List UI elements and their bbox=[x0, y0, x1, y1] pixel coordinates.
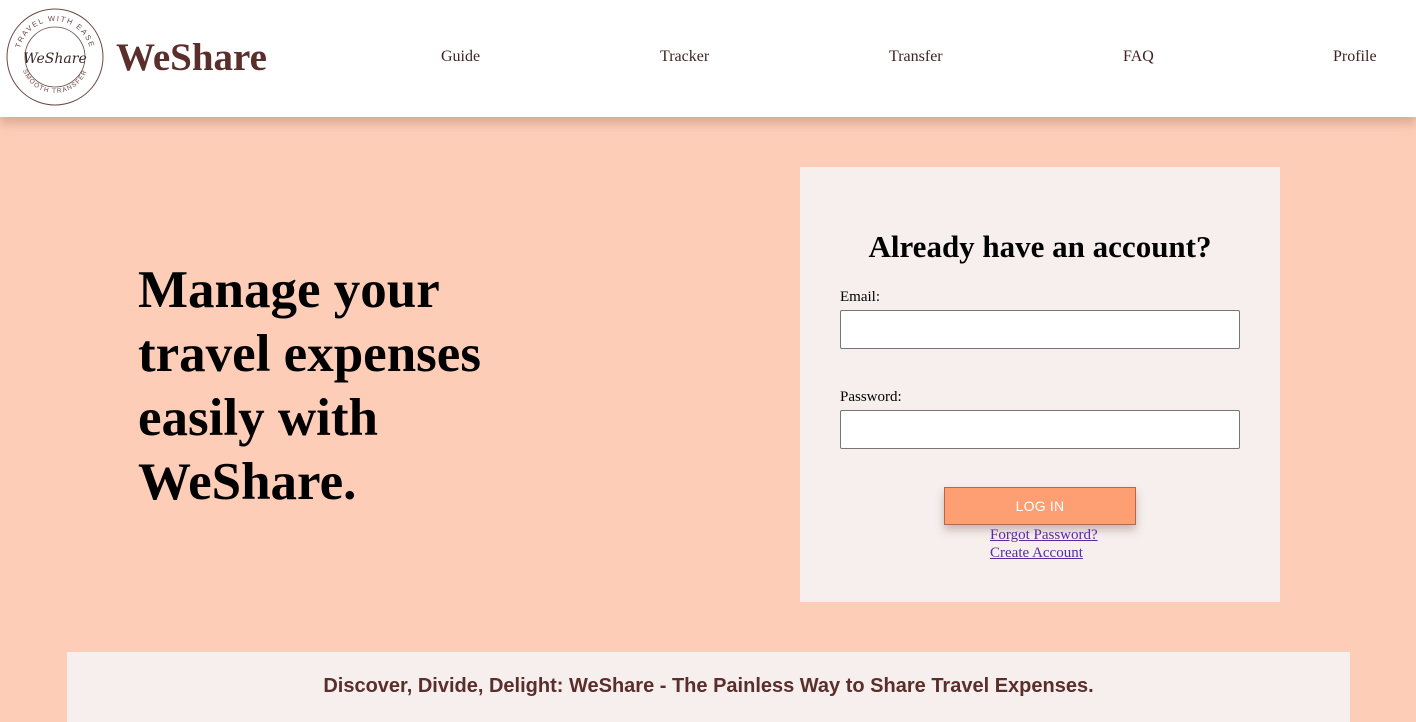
nav-transfer-link[interactable]: Transfer bbox=[889, 47, 943, 67]
weshare-logo[interactable]: TRAVEL WITH EASE SMOOTH TRANSFER WeShare bbox=[5, 7, 105, 107]
top-navbar: TRAVEL WITH EASE SMOOTH TRANSFER WeShare… bbox=[0, 0, 1416, 117]
svg-text:SMOOTH TRANSFER: SMOOTH TRANSFER bbox=[21, 68, 89, 95]
hero-heading: Manage your travel expenses easily with … bbox=[138, 261, 481, 511]
email-label: Email: bbox=[840, 289, 880, 305]
login-card: Already have an account? Email: Password… bbox=[800, 167, 1280, 602]
nav-guide-link[interactable]: Guide bbox=[441, 47, 480, 67]
tagline-text: Discover, Divide, Delight: WeShare - The… bbox=[323, 675, 1094, 697]
brand-name[interactable]: WeShare bbox=[116, 36, 267, 80]
logo-script-text: WeShare bbox=[23, 51, 86, 67]
logo-emblem-icon: TRAVEL WITH EASE SMOOTH TRANSFER WeShare bbox=[6, 8, 104, 106]
create-account-link[interactable]: Create Account bbox=[990, 544, 1083, 562]
password-field[interactable] bbox=[840, 410, 1240, 449]
nav-profile-link[interactable]: Profile bbox=[1333, 47, 1377, 67]
forgot-password-link[interactable]: Forgot Password? bbox=[990, 526, 1098, 544]
email-field[interactable] bbox=[840, 310, 1240, 349]
login-title: Already have an account? bbox=[868, 229, 1212, 264]
logo-ring-bottom-text: SMOOTH TRANSFER bbox=[21, 68, 88, 95]
login-button[interactable]: LOG IN bbox=[944, 487, 1136, 525]
nav-faq-link[interactable]: FAQ bbox=[1123, 47, 1154, 67]
tagline-banner: Discover, Divide, Delight: WeShare - The… bbox=[67, 652, 1350, 722]
password-label: Password: bbox=[840, 389, 902, 405]
nav-tracker-link[interactable]: Tracker bbox=[660, 47, 709, 67]
